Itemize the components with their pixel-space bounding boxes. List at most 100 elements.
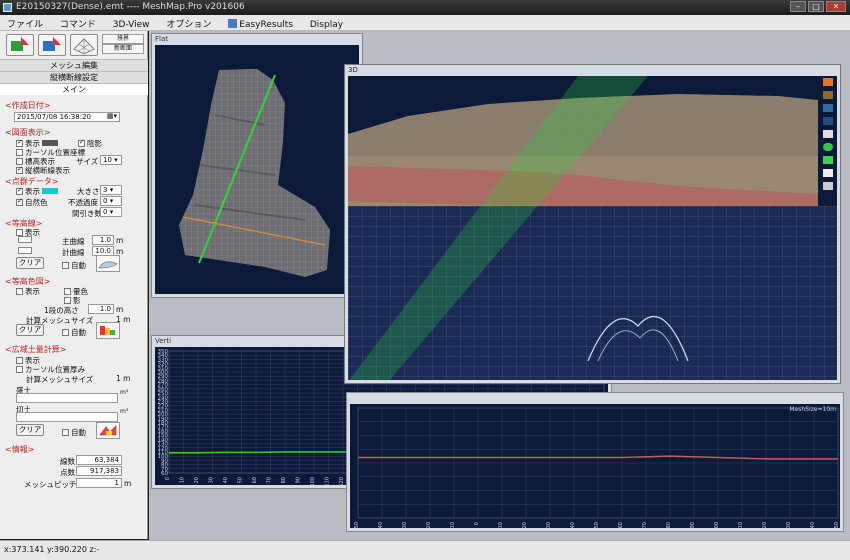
menu-command[interactable]: コマンド xyxy=(53,15,103,30)
display-color-swatch[interactable] xyxy=(42,140,58,146)
mesh-pitch-unit: m xyxy=(124,479,132,488)
add-point-tool-button[interactable] xyxy=(6,34,34,56)
shadow-label: 影 xyxy=(73,296,81,305)
label-size-select[interactable]: 10 ▾ xyxy=(100,155,122,165)
lines-count-label: 線数 xyxy=(60,457,75,466)
x-tick-label: 30 xyxy=(546,522,552,528)
step-height-unit: m xyxy=(116,305,124,314)
camera-icon[interactable] xyxy=(823,130,833,138)
contour-draw-icon[interactable] xyxy=(96,255,120,272)
x-tick-label: 70 xyxy=(642,522,648,528)
lines-count-value: 63,384 xyxy=(76,455,122,465)
menu-options[interactable]: オプション xyxy=(159,15,218,30)
opacity-select[interactable]: 0 ▾ xyxy=(100,196,122,206)
triangle-icon[interactable] xyxy=(823,78,833,86)
x-tick-label: 40 xyxy=(570,522,576,528)
tab-main[interactable]: メイン xyxy=(0,83,148,95)
maximize-button[interactable]: □ xyxy=(808,1,824,12)
x-tick-label: 10 xyxy=(180,477,186,483)
x-tick-label: 50 xyxy=(594,522,600,528)
points-color-swatch[interactable] xyxy=(42,188,58,194)
profile-lines-checkbox[interactable]: 縦横断線表示 xyxy=(16,165,70,176)
natural-color-checkbox[interactable]: 自然色 xyxy=(16,197,48,208)
x-tick-label: 110 xyxy=(738,522,744,528)
points-show-checkbox[interactable]: 表示 xyxy=(16,186,60,197)
globe-icon[interactable] xyxy=(823,143,833,151)
x-tick-label: 80 xyxy=(281,477,287,483)
3d-view-pane[interactable]: 3D xyxy=(344,64,841,384)
new-section-button[interactable]: 新断面 xyxy=(102,44,144,54)
label-size: サイズ xyxy=(76,157,99,166)
menu-3dview[interactable]: 3D-View xyxy=(106,18,157,30)
x-tick-label: 90 xyxy=(296,477,302,483)
flag-icon[interactable] xyxy=(823,117,833,125)
minimize-button[interactable]: – xyxy=(790,1,806,12)
boundary-button[interactable]: 境界 xyxy=(102,34,144,44)
x-tick-label: 100 xyxy=(310,477,316,485)
x-tick-label: 110 xyxy=(325,477,331,485)
flat-view-canvas[interactable] xyxy=(155,45,359,294)
date-picker[interactable]: 2015/07/08 16:38:20 ▦▾ xyxy=(14,112,120,122)
fit-view-icon[interactable] xyxy=(823,169,833,177)
x-tick-label: 130 xyxy=(786,522,792,528)
natural-color-label: 自然色 xyxy=(25,198,48,207)
x-tick-label: 50 xyxy=(238,477,244,483)
section-volume: <広域土量計算> xyxy=(5,345,67,354)
main-contour-line-swatch[interactable] xyxy=(16,236,34,245)
slope-icon[interactable] xyxy=(823,104,833,112)
color-show-checkbox[interactable]: 表示 xyxy=(16,286,40,297)
x-tick-label: 140 xyxy=(810,522,816,528)
x-tick-label: 100 xyxy=(714,522,720,528)
thinning-select[interactable]: 0 ▾ xyxy=(100,207,122,217)
x-tick-label: 0 xyxy=(474,522,480,525)
points-count-value: 917,383 xyxy=(76,466,122,476)
3d-view-canvas[interactable] xyxy=(348,76,837,380)
edit-point-tool-button[interactable] xyxy=(38,34,66,56)
point-size-select[interactable]: 3 ▾ xyxy=(100,185,122,195)
volume-calc-icon[interactable] xyxy=(96,422,120,439)
x-tick-label: -50 xyxy=(354,522,360,528)
fill-unit: m³ xyxy=(120,389,129,396)
main-contour-label: 主曲線 xyxy=(62,237,85,246)
volume-auto-checkbox[interactable]: 自動 xyxy=(62,427,86,438)
tab-mesh-edit[interactable]: メッシュ編集 xyxy=(0,59,148,71)
step-height-input[interactable]: 1.0 xyxy=(88,304,114,314)
calendar-icon: ▦▾ xyxy=(106,112,117,120)
x-tick-label: -20 xyxy=(426,522,432,528)
date-value: 2015/07/08 16:38:20 xyxy=(17,113,92,121)
cut-unit: m³ xyxy=(120,408,129,415)
menu-easyresults[interactable]: EasyResults xyxy=(221,17,300,30)
document-icon[interactable] xyxy=(823,182,833,190)
sub-contour-line-swatch[interactable] xyxy=(16,247,34,256)
menu-file[interactable]: ファイル xyxy=(0,15,50,30)
points-count-label: 点数 xyxy=(60,468,75,477)
mesh-tool-button[interactable] xyxy=(70,34,98,56)
texture-icon[interactable] xyxy=(823,91,833,99)
menu-bar: ファイル コマンド 3D-View オプション EasyResults Disp… xyxy=(0,15,850,31)
status-bar: x:373.141 y:390.220 z:- xyxy=(0,540,850,560)
flat-view-pane[interactable]: Flat xyxy=(151,33,363,298)
menu-display[interactable]: Display xyxy=(303,18,350,30)
app-icon xyxy=(3,3,12,12)
cursor-coordinates: x:373.141 y:390.220 z:- xyxy=(4,545,100,554)
main-contour-input[interactable]: 1.0 xyxy=(92,235,114,245)
contour-clear-button[interactable]: クリア xyxy=(16,257,44,269)
x-tick-label: 80 xyxy=(666,522,672,528)
x-tick-label: 90 xyxy=(690,522,696,528)
color-map-icon[interactable] xyxy=(96,322,120,339)
cursor-thickness-label: カーソル位置厚み xyxy=(25,365,85,374)
fill-volume-field xyxy=(16,393,118,403)
horizontal-profile-pane[interactable]: -50 -40 -30 -20 -10 0 10 20 30 40 50 60 70 80 90 100 110… xyxy=(346,392,844,532)
x-tick-label: 120 xyxy=(339,477,345,485)
volume-mesh-size-unit: 1 m xyxy=(116,374,131,383)
main-contour-unit: m xyxy=(116,236,124,245)
window-title: E20150327(Dense).emt ---- MeshMap.Pro v2… xyxy=(16,2,245,12)
contour-auto-checkbox[interactable]: 自動 xyxy=(62,260,86,271)
rotate-icon[interactable] xyxy=(823,156,833,164)
tab-section-settings[interactable]: 縦横断線設定 xyxy=(0,71,148,83)
volume-clear-button[interactable]: クリア xyxy=(16,424,44,436)
color-auto-checkbox[interactable]: 自動 xyxy=(62,327,86,338)
horizontal-profile-chart[interactable]: -50 -40 -30 -20 -10 0 10 20 30 40 50 60 70 80 90 100 110… xyxy=(350,404,840,528)
close-button[interactable]: ✕ xyxy=(826,1,846,12)
color-clear-button[interactable]: クリア xyxy=(16,324,44,336)
